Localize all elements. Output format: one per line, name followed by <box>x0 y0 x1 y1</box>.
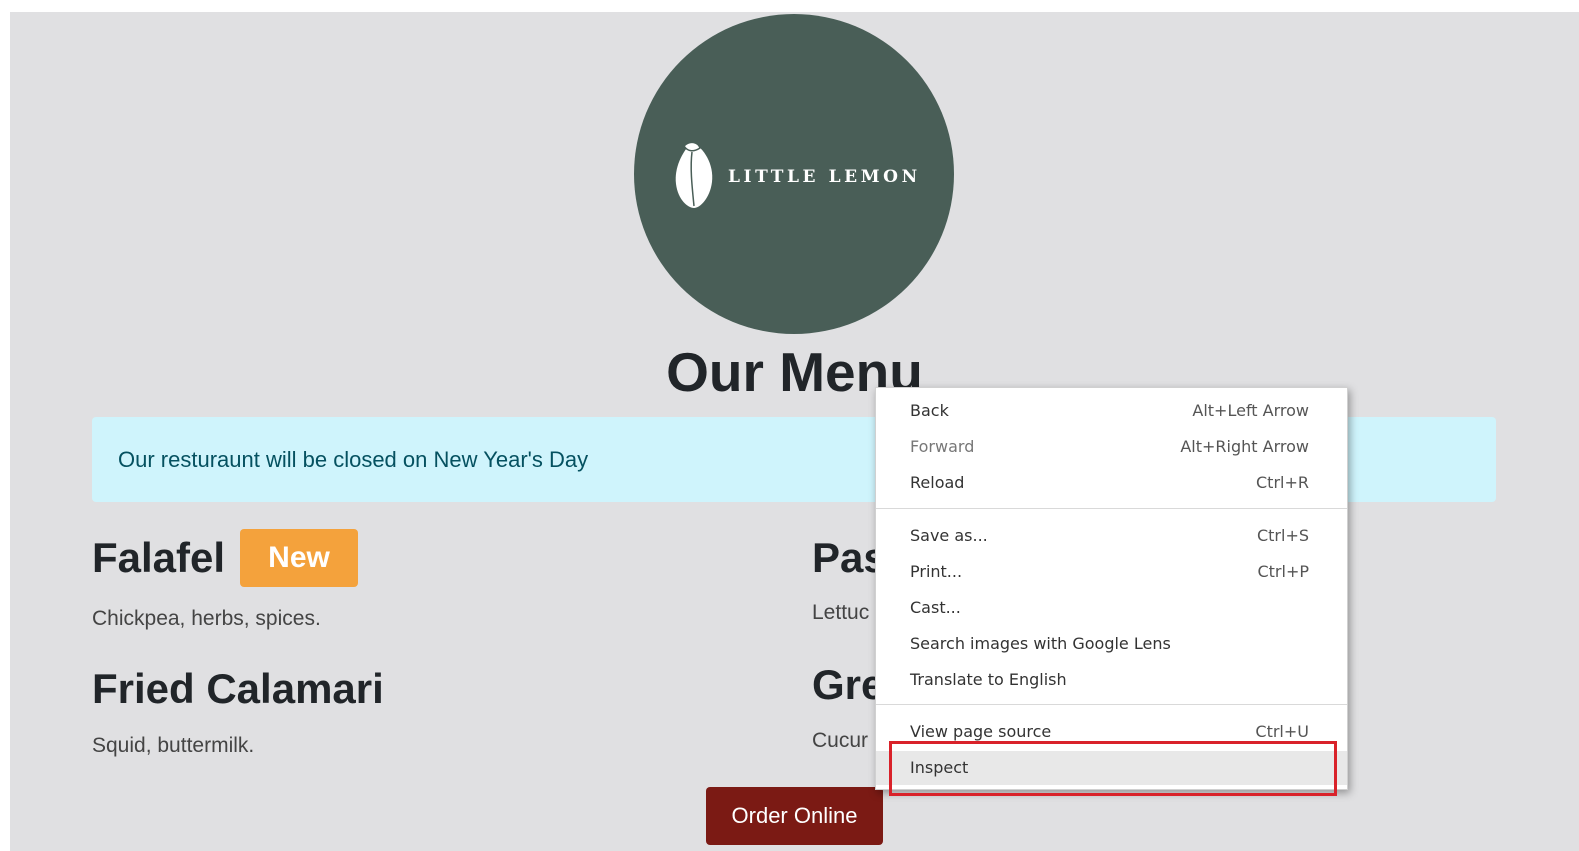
menu-item-desc: Lettuc <box>812 601 870 624</box>
menu-separator <box>876 508 1347 509</box>
menu-item-label: Back <box>910 401 949 420</box>
menu-item-label: Print... <box>910 562 963 581</box>
lemon-icon <box>675 141 713 208</box>
menu-item-name: Falafel <box>92 534 226 581</box>
menu-item-label: Forward <box>910 437 975 456</box>
menu-item-shortcut: Alt+Left Arrow <box>1192 401 1309 420</box>
context-menu-item-back[interactable]: Back Alt+Left Arrow <box>876 394 1347 428</box>
menu-item-label: Inspect <box>910 758 969 777</box>
menu-item-desc: Squid, buttermilk. <box>92 734 255 757</box>
context-menu-item-translate[interactable]: Translate to English <box>876 663 1347 697</box>
menu-item-shortcut: Ctrl+S <box>1256 526 1309 545</box>
context-menu-item-cast[interactable]: Cast... <box>876 591 1347 625</box>
brand-name: LITTLE LEMON <box>728 167 921 187</box>
context-menu-item-print[interactable]: Print... Ctrl+P <box>876 555 1347 589</box>
order-online-button[interactable]: Order Online <box>706 787 883 845</box>
context-menu: Back Alt+Left Arrow Forward Alt+Right Ar… <box>875 387 1348 790</box>
menu-item-label: Translate to English <box>910 670 1067 689</box>
context-menu-item-google-lens[interactable]: Search images with Google Lens <box>876 627 1347 661</box>
menu-item-shortcut: Ctrl+R <box>1256 473 1309 492</box>
context-menu-item-view-source[interactable]: View page source Ctrl+U <box>876 715 1347 749</box>
menu-item-label: Cast... <box>910 598 961 617</box>
menu-item-label: Save as... <box>910 526 988 545</box>
menu-item-desc: Chickpea, herbs, spices. <box>92 607 321 630</box>
menu-item-shortcut: Ctrl+U <box>1255 722 1309 741</box>
logo: LITTLE LEMON <box>634 14 954 334</box>
menu-item-shortcut: Ctrl+P <box>1257 562 1309 581</box>
context-menu-item-save-as[interactable]: Save as... Ctrl+S <box>876 519 1347 553</box>
menu-item-shortcut: Alt+Right Arrow <box>1180 437 1309 456</box>
menu-item-name: Gre <box>812 661 885 708</box>
menu-item-label: Reload <box>910 473 965 492</box>
menu-item-label: View page source <box>910 722 1052 741</box>
context-menu-item-inspect[interactable]: Inspect <box>876 751 1347 785</box>
new-badge: New <box>240 529 358 587</box>
menu-separator <box>876 704 1347 705</box>
menu-item-desc: Cucur <box>812 729 869 752</box>
menu-item-name: Fried Calamari <box>92 665 384 712</box>
menu-item-label: Search images with Google Lens <box>910 634 1171 653</box>
context-menu-item-forward[interactable]: Forward Alt+Right Arrow <box>876 430 1347 464</box>
context-menu-item-reload[interactable]: Reload Ctrl+R <box>876 466 1347 500</box>
